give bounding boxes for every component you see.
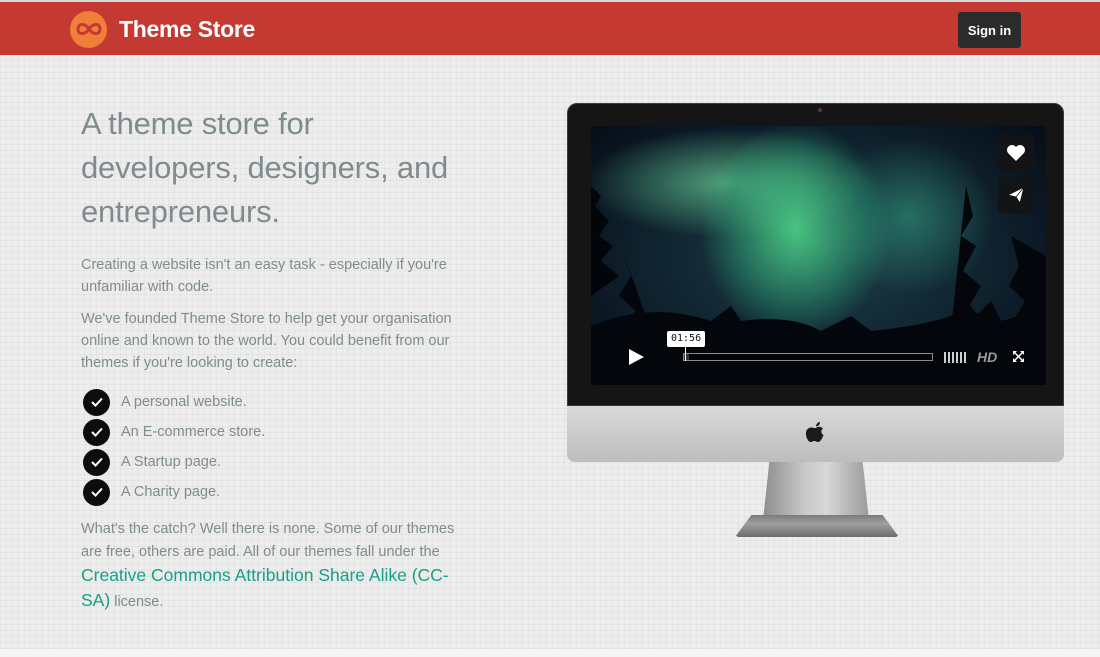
hd-toggle[interactable]: HD xyxy=(977,349,997,365)
monitor-stand xyxy=(763,462,869,520)
apple-logo-icon xyxy=(805,422,823,442)
list-item: A personal website. xyxy=(83,387,456,417)
list-item: A Startup page. xyxy=(83,447,456,477)
monitor-chin xyxy=(567,406,1064,462)
page-bottom-edge xyxy=(0,649,1100,657)
like-button[interactable] xyxy=(998,135,1034,171)
brand-name: Theme Store xyxy=(119,15,256,42)
list-item-label: A personal website. xyxy=(121,394,247,410)
list-item-label: An E-commerce store. xyxy=(121,424,266,440)
brand-link[interactable]: Theme Store xyxy=(70,10,255,48)
time-pointer xyxy=(685,345,686,361)
hero-text: A theme store for developers, designers,… xyxy=(81,102,456,614)
camera-dot xyxy=(818,108,822,112)
heart-icon xyxy=(1007,145,1025,161)
send-icon xyxy=(1006,186,1025,204)
list-item: A Charity page. xyxy=(83,477,456,507)
fullscreen-icon xyxy=(1013,351,1024,362)
purpose-paragraph: We've founded Theme Store to help get yo… xyxy=(81,311,452,371)
time-tooltip: 01:56 xyxy=(667,331,706,347)
checkmark-icon xyxy=(83,388,110,416)
use-case-list: A personal website. An E-commerce store.… xyxy=(83,387,456,507)
list-item-label: A Charity page. xyxy=(121,484,221,500)
share-button[interactable] xyxy=(998,177,1034,213)
play-icon xyxy=(629,349,644,365)
video-progress-bar[interactable] xyxy=(683,353,933,361)
volume-icon[interactable] xyxy=(944,352,968,363)
checkmark-icon xyxy=(83,418,110,446)
checkmark-icon xyxy=(83,478,110,506)
intro-paragraph: Creating a website isn't an easy task - … xyxy=(81,257,447,295)
play-button[interactable] xyxy=(625,346,647,368)
video-controls: 01:56 HD xyxy=(591,331,1046,379)
infinity-icon xyxy=(70,10,107,48)
list-item-label: A Startup page. xyxy=(121,454,221,470)
list-item: An E-commerce store. xyxy=(83,417,456,447)
monitor-mockup: 01:56 HD xyxy=(567,103,1064,537)
checkmark-icon xyxy=(83,448,110,476)
page-headline: A theme store for developers, designers,… xyxy=(81,106,449,229)
video-player[interactable]: 01:56 HD xyxy=(591,126,1046,385)
sign-in-button[interactable]: Sign in xyxy=(958,12,1021,48)
navbar: Theme Store Sign in xyxy=(0,0,1100,55)
monitor-base xyxy=(735,515,899,537)
monitor-bezel: 01:56 HD xyxy=(567,103,1064,406)
fullscreen-button[interactable] xyxy=(1012,350,1025,363)
license-text-after: license. xyxy=(114,594,164,610)
license-text-before: What's the catch? Well there is none. So… xyxy=(81,521,455,560)
license-paragraph: What's the catch? Well there is none. So… xyxy=(81,518,456,614)
